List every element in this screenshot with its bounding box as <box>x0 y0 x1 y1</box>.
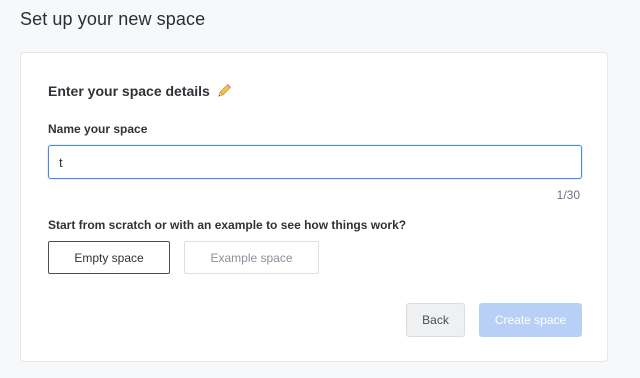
name-label: Name your space <box>48 122 148 136</box>
character-count: 1/30 <box>556 188 580 202</box>
pencil-icon <box>216 83 232 99</box>
create-space-button[interactable]: Create space <box>479 303 582 337</box>
empty-space-option[interactable]: Empty space <box>48 241 170 274</box>
back-button[interactable]: Back <box>406 303 465 337</box>
section-heading: Enter your space details <box>48 83 210 99</box>
section-title: Enter your space details <box>48 83 232 99</box>
template-question: Start from scratch or with an example to… <box>48 218 407 232</box>
space-details-card: Enter your space details Name your space… <box>20 52 608 362</box>
space-name-input[interactable] <box>48 145 582 179</box>
page-title: Set up your new space <box>20 9 206 29</box>
example-space-option[interactable]: Example space <box>184 241 319 274</box>
